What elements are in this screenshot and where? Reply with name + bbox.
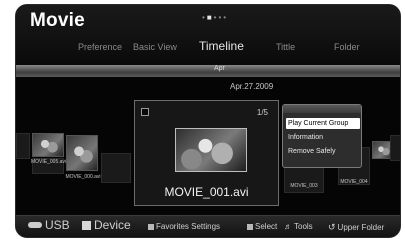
footer-device[interactable]: Device xyxy=(82,218,131,232)
thumbnail-movie-000[interactable] xyxy=(66,135,98,171)
selected-filename: MOVIE_001.avi xyxy=(164,185,249,199)
tv-screen: Movie •■••• Preference Basic View Timeli… xyxy=(15,4,401,238)
footer-usb-label: USB xyxy=(45,218,70,232)
page-dot-active: ■ xyxy=(206,13,214,22)
timeline-month-label: Apr xyxy=(214,65,225,72)
tools-icon: ♬ xyxy=(284,222,292,231)
footer-upper-label: Upper Folder xyxy=(337,223,385,232)
thumbnail-label: MOVIE_005.avi xyxy=(31,159,67,165)
footer-device-label: Device xyxy=(94,218,131,232)
tab-folder[interactable]: Folder xyxy=(334,42,360,52)
footer-usb[interactable]: USB xyxy=(28,218,70,232)
page-title: Movie xyxy=(30,10,85,31)
menu-item-play-current-group[interactable]: Play Current Group xyxy=(286,118,360,129)
footer-upper-folder[interactable]: ↺ Upper Folder xyxy=(328,222,384,233)
timeline-bar[interactable] xyxy=(16,65,400,77)
footer-favorites-label: Favorites Settings xyxy=(156,222,221,231)
favorites-icon xyxy=(148,223,154,230)
menu-item-information[interactable]: Information xyxy=(286,132,360,143)
thumbnail-label: MOVIE_003 xyxy=(290,183,318,189)
tools-context-menu: Play Current Group Information Remove Sa… xyxy=(282,104,362,168)
page-dot: • xyxy=(223,13,229,22)
footer-tools-label: Tools xyxy=(294,222,313,231)
view-tabs: Preference Basic View Timeline Tittle Fo… xyxy=(16,39,400,59)
tab-basic-view[interactable]: Basic View xyxy=(133,42,177,52)
thumbnail-movie-005[interactable] xyxy=(32,133,64,157)
select-checkbox[interactable] xyxy=(141,108,149,116)
menu-header xyxy=(283,105,361,113)
tab-preference[interactable]: Preference xyxy=(78,42,122,52)
usb-icon xyxy=(28,222,42,228)
header-bar: Movie •■••• Preference Basic View Timeli… xyxy=(16,5,400,65)
page-indicator: •■••• xyxy=(202,13,228,22)
thumbnail-label: MOVIE_000.avi xyxy=(65,174,101,180)
return-icon: ↺ xyxy=(328,222,336,232)
movie-preview-thumbnail xyxy=(175,128,247,172)
thumbnail-blank xyxy=(16,133,30,159)
item-counter: 1/5 xyxy=(256,108,268,117)
footer-tools[interactable]: ♬ Tools xyxy=(284,222,313,231)
thumbnail-blank xyxy=(101,153,131,183)
footer-bar: USB Device Favorites Settings Select ♬ T… xyxy=(16,215,400,237)
device-icon xyxy=(82,220,91,230)
selected-item-card[interactable]: 1/5 MOVIE_001.avi xyxy=(134,100,279,206)
footer-select-label: Select xyxy=(255,222,278,231)
footer-select[interactable]: Select xyxy=(247,222,277,231)
select-icon xyxy=(247,223,253,230)
timeline-date: Apr.27.2009 xyxy=(230,82,274,91)
thumbnail-label: MOVIE_004 xyxy=(340,179,368,185)
thumbnail-blank xyxy=(390,135,400,161)
tab-timeline[interactable]: Timeline xyxy=(199,39,244,53)
tab-title[interactable]: Tittle xyxy=(276,42,295,52)
footer-favorites-settings[interactable]: Favorites Settings xyxy=(148,222,220,231)
menu-item-remove-safely[interactable]: Remove Safely xyxy=(286,146,360,157)
